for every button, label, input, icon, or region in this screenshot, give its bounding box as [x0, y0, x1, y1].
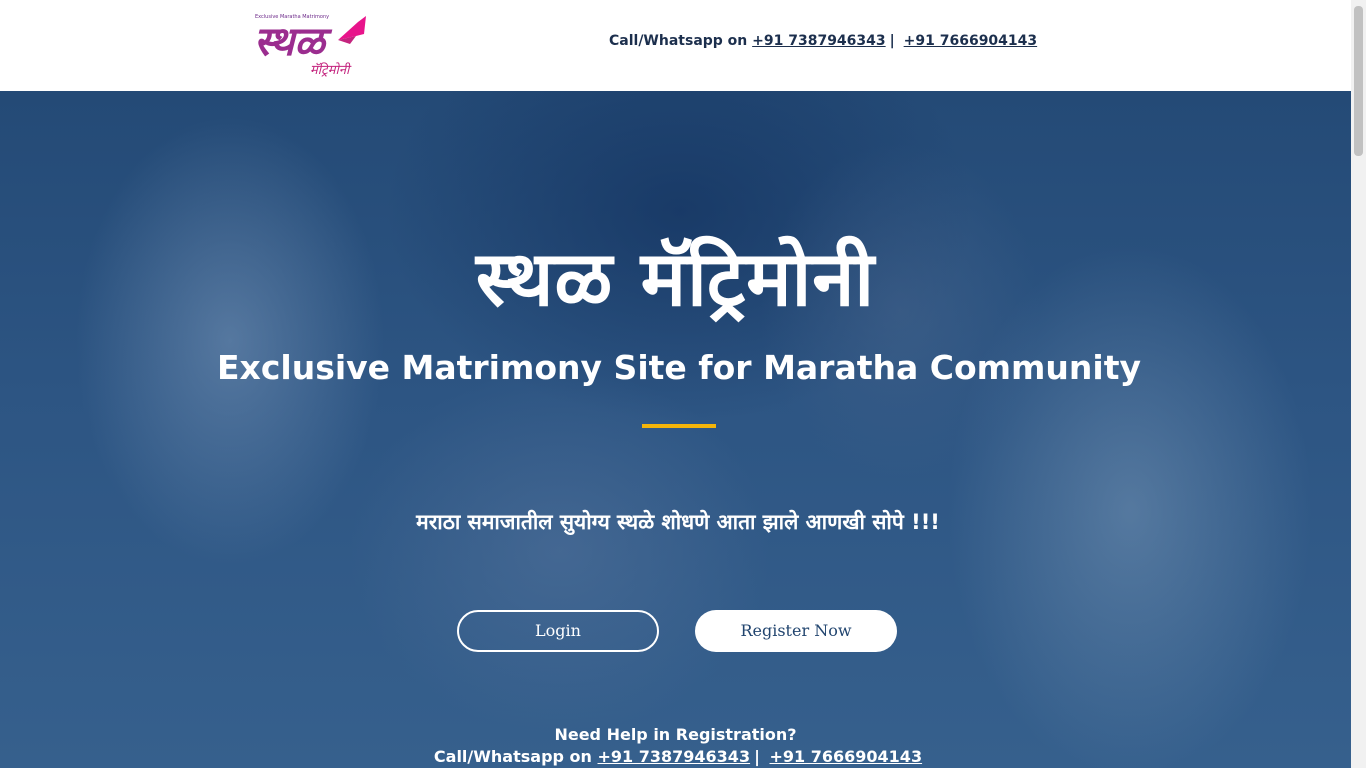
help-separator: | [754, 747, 760, 766]
register-now-button[interactable]: Register Now [695, 610, 897, 652]
hero-title: स्थळ मॅट्रिमोनी [475, 234, 876, 323]
hero-section: स्थळ मॅट्रिमोनी Exclusive Matrimony Site… [0, 91, 1351, 768]
login-button[interactable]: Login [457, 610, 659, 652]
header-phone-link-1[interactable]: +91 7387946343 [752, 33, 886, 49]
trumpet-icon [338, 16, 366, 44]
help-phone-link-2[interactable]: +91 7666904143 [770, 747, 923, 766]
hero-tagline: मराठा समाजातील सुयोग्य स्थळे शोधणे आता झ… [416, 510, 940, 534]
scrollbar-thumb[interactable] [1354, 6, 1363, 156]
help-heading: Need Help in Registration? [554, 725, 797, 744]
site-logo[interactable]: Exclusive Maratha Matrimony स्थळ मॅट्रिम… [252, 12, 368, 84]
site-header: Exclusive Maratha Matrimony स्थळ मॅट्रिम… [0, 0, 1351, 91]
help-phone-link-1[interactable]: +91 7387946343 [598, 747, 751, 766]
logo-brand-text: स्थळ [254, 18, 325, 65]
header-contact: Call/Whatsapp on +91 7387946343 | +91 766… [609, 33, 1037, 49]
title-divider [642, 424, 716, 428]
header-contact-label: Call/Whatsapp on [609, 33, 748, 49]
logo-subtext: मॅट्रिमोनी [310, 63, 350, 78]
header-phone-link-2[interactable]: +91 7666904143 [904, 33, 1038, 49]
help-contact: Call/Whatsapp on +91 7387946343 | +91 766… [0, 746, 1351, 768]
help-contact-label: Call/Whatsapp on [433, 747, 592, 766]
header-separator: | [889, 33, 895, 49]
page-scrollbar[interactable] [1351, 0, 1366, 768]
hero-subtitle: Exclusive Matrimony Site for Maratha Com… [217, 348, 1141, 387]
